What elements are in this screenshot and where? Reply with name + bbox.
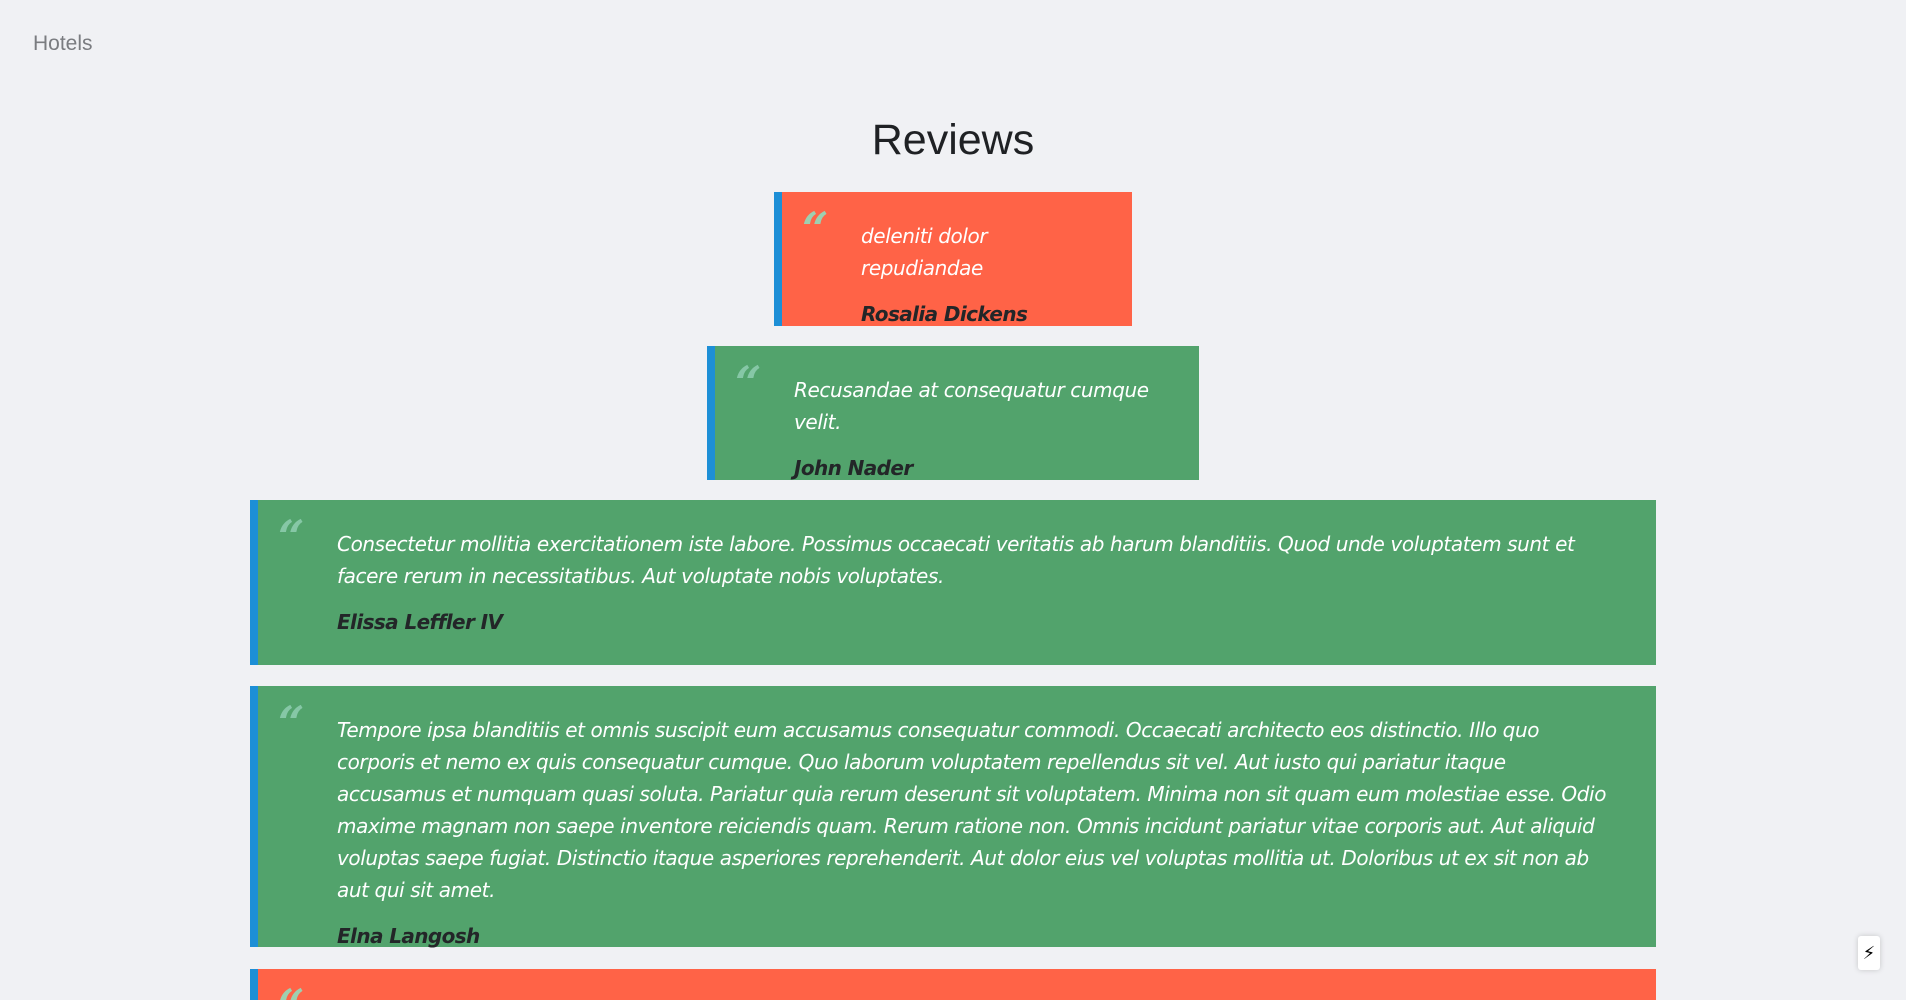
review-card: “ Recusandae at consequatur cumque velit… — [707, 346, 1199, 480]
quote-icon: “ — [735, 356, 762, 410]
review-author: Elna Langosh — [337, 924, 480, 948]
quote-icon: “ — [278, 696, 305, 750]
review-body: Recusandae at consequatur cumque velit. — [794, 378, 1149, 434]
review-card: “ Consectetur mollitia exercitationem is… — [250, 500, 1656, 665]
page: Hotels Reviews “ deleniti dolor repudian… — [0, 0, 1906, 1000]
quote-icon: “ — [278, 510, 305, 564]
quote-icon: “ — [802, 202, 829, 256]
review-body: Consectetur mollitia exercitationem iste… — [337, 532, 1575, 588]
nav-hotels-link[interactable]: Hotels — [33, 32, 93, 56]
page-title: Reviews — [871, 116, 1035, 164]
review-author: Rosalia Dickens — [861, 302, 1028, 326]
review-card: “ — [250, 969, 1656, 1000]
review-card: “ Tempore ipsa blanditiis et omnis susci… — [250, 686, 1656, 948]
review-body: Tempore ipsa blanditiis et omnis suscipi… — [337, 718, 1607, 902]
review-card: “ deleniti dolor repudiandae Rosalia Dic… — [774, 192, 1132, 326]
lightning-bolt-icon[interactable]: ⚡ — [1858, 936, 1880, 970]
quote-icon: “ — [278, 983, 304, 1000]
review-body: deleniti dolor repudiandae — [861, 224, 988, 280]
review-author: Elissa Leffler IV — [337, 610, 503, 634]
review-author: John Nader — [794, 456, 913, 480]
